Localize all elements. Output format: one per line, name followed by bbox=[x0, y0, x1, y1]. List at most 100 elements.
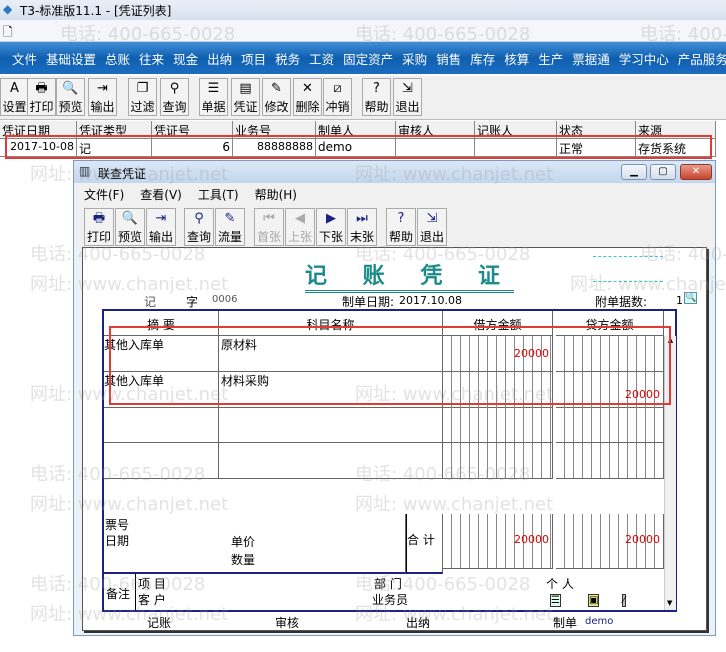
toolbar-label: 末张 bbox=[349, 230, 374, 244]
account-cell[interactable] bbox=[219, 407, 443, 444]
magnifier-icon[interactable]: 🔍 bbox=[684, 292, 698, 304]
toolbar-button[interactable]: ⇲ 退出 bbox=[393, 78, 422, 116]
price-label: 单价 bbox=[231, 535, 256, 549]
toolbar-label: 冲销 bbox=[325, 100, 350, 114]
voucher-date[interactable]: 2017.10.08 bbox=[399, 294, 462, 307]
menu-item[interactable]: 往来 bbox=[139, 49, 164, 68]
summary-cell[interactable] bbox=[104, 407, 219, 444]
dialog-menu-item[interactable]: 帮助(H) bbox=[255, 186, 297, 203]
attach-count[interactable]: 1 bbox=[676, 294, 683, 307]
dialog-toolbar-button[interactable]: ⚲ 查询 bbox=[184, 208, 214, 246]
doc-icon[interactable]: 🗋 bbox=[3, 23, 13, 44]
toolbar-button[interactable]: ❐ 过滤 bbox=[128, 78, 157, 116]
toolbar-icon: ✕ bbox=[302, 81, 313, 96]
attach-label: 附单据数: bbox=[595, 295, 648, 309]
credit-cell[interactable] bbox=[556, 407, 664, 444]
sub-bar: 🗋 bbox=[0, 20, 726, 42]
toolbar-label: 下张 bbox=[318, 230, 343, 244]
wand-icon[interactable]: ⁄ bbox=[622, 594, 626, 607]
dialog-menu-item[interactable]: 文件(F) bbox=[84, 186, 124, 203]
toolbar-label: 凭证 bbox=[233, 100, 258, 114]
toolbar-label: 输出 bbox=[90, 100, 115, 114]
menu-item[interactable]: 票据通 bbox=[572, 49, 610, 68]
toolbar-icon: ⚲ bbox=[194, 211, 204, 226]
toolbar-button[interactable]: ⧄ 冲销 bbox=[323, 78, 352, 116]
menu-item[interactable]: 产品服务 bbox=[678, 49, 726, 68]
voucher-type[interactable]: 记 bbox=[144, 293, 156, 310]
menu-item[interactable]: 项目 bbox=[241, 49, 266, 68]
menu-item[interactable]: 现金 bbox=[173, 49, 198, 68]
books-icon: ▥ bbox=[79, 164, 91, 178]
qty-label: 数量 bbox=[231, 553, 256, 567]
menu-item[interactable]: 出纳 bbox=[207, 49, 232, 68]
account-cell[interactable] bbox=[219, 442, 443, 479]
menu-item[interactable]: 销售 bbox=[436, 49, 461, 68]
dialog-toolbar-button[interactable]: ◀ 上张 bbox=[285, 208, 315, 246]
toolbar-button[interactable]: ⇥ 输出 bbox=[88, 78, 117, 116]
dialog-menu-item[interactable]: 查看(V) bbox=[140, 186, 182, 203]
toolbar-button[interactable]: 🔍 预览 bbox=[56, 78, 85, 116]
credit-cell[interactable] bbox=[556, 442, 664, 479]
minimize-button[interactable]: ▁ bbox=[621, 164, 647, 180]
toolbar-icon: 🖶 bbox=[35, 81, 48, 96]
list-icon[interactable]: ☰ bbox=[550, 594, 561, 607]
toolbar-button[interactable]: ▤ 凭证 bbox=[231, 78, 260, 116]
main-menu: 文件 基础设置 总账 往来 现金 出纳 项目 税务 工资 固定资产 采购 销售 库存 核算 生产 票据通 学习中… bbox=[0, 42, 726, 74]
toolbar-button[interactable]: ✎ 修改 bbox=[262, 78, 291, 116]
menu-item[interactable]: 生产 bbox=[538, 49, 563, 68]
toolbar-button[interactable]: 🖶 打印 bbox=[27, 78, 56, 116]
person-label: 个 人 bbox=[546, 577, 574, 591]
dialog-toolbar-button[interactable]: ⏭ 末张 bbox=[347, 208, 377, 246]
date-footer-label: 日期 bbox=[105, 534, 130, 548]
title-bar: ◆ T3-标准版11.1 - [凭证列表] bbox=[0, 0, 726, 20]
customer-label: 客 户 bbox=[138, 593, 166, 607]
toolbar-icon: 🔍 bbox=[62, 81, 79, 96]
dialog-toolbar-button[interactable]: ? 帮助 bbox=[386, 208, 416, 246]
summary-cell[interactable] bbox=[104, 442, 219, 479]
menu-item[interactable]: 税务 bbox=[275, 49, 300, 68]
menu-item[interactable]: 工资 bbox=[309, 49, 334, 68]
menu-item[interactable]: 学习中心 bbox=[619, 49, 669, 68]
remarks-row: 备注 项 目 客 户 部 门 业务员 个 人 ☰ ▣ ⁄ bbox=[104, 574, 664, 610]
dialog-toolbar-button[interactable]: ⇲ 退出 bbox=[417, 208, 447, 246]
toolbar-icon: ⇥ bbox=[155, 211, 167, 226]
menu-item[interactable]: 固定资产 bbox=[343, 49, 393, 68]
dialog-toolbar-button[interactable]: ▶ 下张 bbox=[316, 208, 346, 246]
toolbar-button[interactable]: ⚲ 查询 bbox=[160, 78, 189, 116]
debit-cell[interactable] bbox=[443, 442, 553, 479]
toolbar-label: 过滤 bbox=[130, 100, 155, 114]
toolbar-button[interactable]: A 设置 bbox=[0, 78, 29, 116]
dialog-menu-item[interactable]: 工具(T) bbox=[198, 186, 239, 203]
toolbar-button[interactable]: ☰ 单据 bbox=[199, 78, 228, 116]
close-button[interactable]: ✕ bbox=[680, 164, 712, 180]
dialog-menu: 文件(F) 查看(V) 工具(T) 帮助(H) bbox=[74, 183, 715, 205]
dialog-toolbar-button[interactable]: 🔍 预览 bbox=[115, 208, 145, 246]
menu-item[interactable]: 基础设置 bbox=[46, 49, 96, 68]
menu-item[interactable]: 总账 bbox=[105, 49, 130, 68]
date-label: 制单日期: bbox=[342, 295, 395, 309]
debit-cell[interactable] bbox=[443, 407, 553, 444]
dialog-toolbar: 🖶 打印 🔍 预览 ⇥ 输出 ⚲ 查询 ✎ 流量 ⏮ 首张 ◀ 上张 ▶ 下张 ⏭ 末张 ? 帮助 ⇲ 退出 bbox=[74, 205, 715, 249]
toolbar-label: 打印 bbox=[86, 230, 111, 244]
dialog-toolbar-button[interactable]: ✎ 流量 bbox=[215, 208, 245, 246]
toolbar-icon: ⏮ bbox=[263, 211, 275, 226]
toolbar-icon: ⏭ bbox=[356, 211, 368, 226]
entries-highlight-box bbox=[109, 326, 671, 405]
post-label: 记账 bbox=[147, 616, 172, 630]
cashier-label: 出纳 bbox=[406, 616, 431, 630]
toolbar-button[interactable]: ? 帮助 bbox=[362, 78, 391, 116]
footer-info: 票号 日期 单价 数量 bbox=[104, 514, 406, 574]
maximize-button[interactable]: ▢ bbox=[650, 164, 676, 180]
dialog-toolbar-button[interactable]: ⇥ 输出 bbox=[146, 208, 176, 246]
voucher-number[interactable]: 0006 bbox=[212, 294, 237, 305]
card-icon[interactable]: ▣ bbox=[588, 594, 600, 607]
menu-item[interactable]: 核算 bbox=[504, 49, 529, 68]
menu-item[interactable]: 采购 bbox=[402, 49, 427, 68]
menu-item[interactable]: 库存 bbox=[470, 49, 495, 68]
dashed-field bbox=[593, 256, 663, 282]
dialog-toolbar-button[interactable]: 🖶 打印 bbox=[84, 208, 114, 246]
toolbar-button[interactable]: ✕ 删除 bbox=[293, 78, 322, 116]
dialog-toolbar-button[interactable]: ⏮ 首张 bbox=[254, 208, 284, 246]
menu-item[interactable]: 文件 bbox=[12, 49, 37, 68]
scroll-down-icon[interactable]: ▼ bbox=[667, 599, 672, 607]
